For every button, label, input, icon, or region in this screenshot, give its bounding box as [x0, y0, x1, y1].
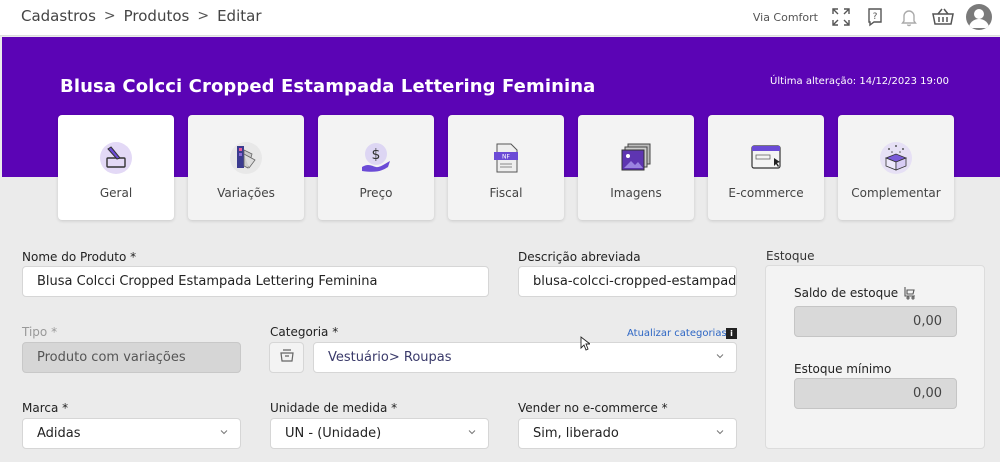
svg-text:?: ?	[873, 12, 878, 22]
breadcrumb-produtos[interactable]: Produtos	[124, 7, 190, 25]
tab-preco[interactable]: $ Preço	[318, 115, 434, 220]
stock-balance-label: Saldo de estoque	[794, 286, 899, 300]
chevron-down-icon	[220, 430, 228, 435]
tab-label: Imagens	[610, 186, 662, 200]
tab-label: Complementar	[851, 186, 941, 200]
section-tabs: Geral Variações $ Preço NF Fiscal Imagen…	[58, 115, 954, 220]
stock-section-title: Estoque	[766, 249, 815, 263]
sell-ecommerce-value: Sim, liberado	[533, 426, 619, 441]
tab-complementar[interactable]: Complementar	[838, 115, 954, 220]
top-actions: Via Comfort ?	[753, 4, 992, 30]
tab-label: E-commerce	[728, 186, 804, 200]
mouse-cursor-icon	[580, 336, 592, 355]
product-name-input[interactable]: Blusa Colcci Cropped Estampada Lettering…	[22, 266, 489, 297]
unit-value: UN - (Unidade)	[285, 426, 382, 441]
pencil-board-icon	[97, 139, 135, 177]
type-label: Tipo *	[22, 325, 58, 339]
breadcrumb: Cadastros > Produtos > Editar	[21, 7, 262, 25]
type-field: Produto com variações	[22, 342, 241, 373]
stock-balance-field: 0,00	[794, 306, 957, 337]
color-swatches-icon	[227, 139, 265, 177]
brand-value: Adidas	[37, 426, 81, 441]
basket-icon[interactable]	[932, 6, 954, 28]
breadcrumb-cadastros[interactable]: Cadastros	[21, 7, 96, 25]
update-categories-link[interactable]: Atualizar categorias	[627, 328, 727, 339]
chevron-down-icon	[716, 430, 724, 435]
top-bar: Cadastros > Produtos > Editar Via Comfor…	[0, 0, 1000, 36]
svg-text:NF: NF	[502, 154, 510, 161]
category-value: Vestuário> Roupas	[328, 350, 452, 365]
unit-label: Unidade de medida *	[270, 401, 398, 415]
chevron-down-icon	[716, 354, 724, 359]
help-icon[interactable]: ?	[864, 6, 886, 28]
image-stack-icon	[617, 139, 655, 177]
min-stock-field[interactable]: 0,00	[794, 378, 957, 409]
drawer-icon	[279, 348, 295, 367]
breadcrumb-separator: >	[197, 8, 210, 24]
category-select[interactable]: Vestuário> Roupas	[313, 342, 737, 373]
tab-label: Fiscal	[489, 186, 523, 200]
store-name[interactable]: Via Comfort	[753, 11, 818, 24]
category-tree-button[interactable]	[269, 342, 304, 373]
fullscreen-icon[interactable]	[830, 6, 852, 28]
tab-variacoes[interactable]: Variações	[188, 115, 304, 220]
tab-label: Preço	[359, 186, 393, 200]
tab-geral[interactable]: Geral	[58, 115, 174, 220]
web-window-icon	[747, 139, 785, 177]
breadcrumb-editar: Editar	[217, 7, 262, 25]
cart-icon[interactable]	[903, 285, 917, 304]
user-avatar-icon[interactable]	[966, 4, 992, 30]
brand-select[interactable]: Adidas	[22, 418, 241, 449]
stock-panel: Saldo de estoque 0,00 Estoque mínimo 0,0…	[765, 265, 985, 449]
chevron-down-icon	[468, 430, 476, 435]
breadcrumb-separator: >	[103, 8, 116, 24]
tab-label: Variações	[217, 186, 275, 200]
gift-box-icon	[877, 139, 915, 177]
product-name-label: Nome do Produto *	[22, 250, 137, 264]
short-description-label: Descrição abreviada	[518, 250, 641, 264]
last-update: Última alteração: 14/12/2023 19:00	[770, 76, 949, 87]
tab-label: Geral	[99, 186, 133, 200]
short-description-input[interactable]: blusa-colcci-cropped-estampada-lettering…	[518, 266, 737, 297]
sell-ecommerce-select[interactable]: Sim, liberado	[518, 418, 737, 449]
tab-imagens[interactable]: Imagens	[578, 115, 694, 220]
brand-label: Marca *	[22, 401, 69, 415]
sell-ecommerce-label: Vender no e-commerce *	[518, 401, 668, 415]
category-label: Categoria *	[270, 325, 339, 339]
min-stock-label: Estoque mínimo	[794, 362, 892, 376]
tab-fiscal[interactable]: NF Fiscal	[448, 115, 564, 220]
tab-ecommerce[interactable]: E-commerce	[708, 115, 824, 220]
product-title: Blusa Colcci Cropped Estampada Lettering…	[60, 76, 596, 97]
unit-select[interactable]: UN - (Unidade)	[270, 418, 489, 449]
svg-text:$: $	[372, 147, 381, 163]
dollar-hand-icon: $	[357, 139, 395, 177]
nf-document-icon: NF	[487, 139, 525, 177]
bell-icon[interactable]	[898, 6, 920, 28]
info-icon[interactable]: i	[726, 328, 737, 339]
